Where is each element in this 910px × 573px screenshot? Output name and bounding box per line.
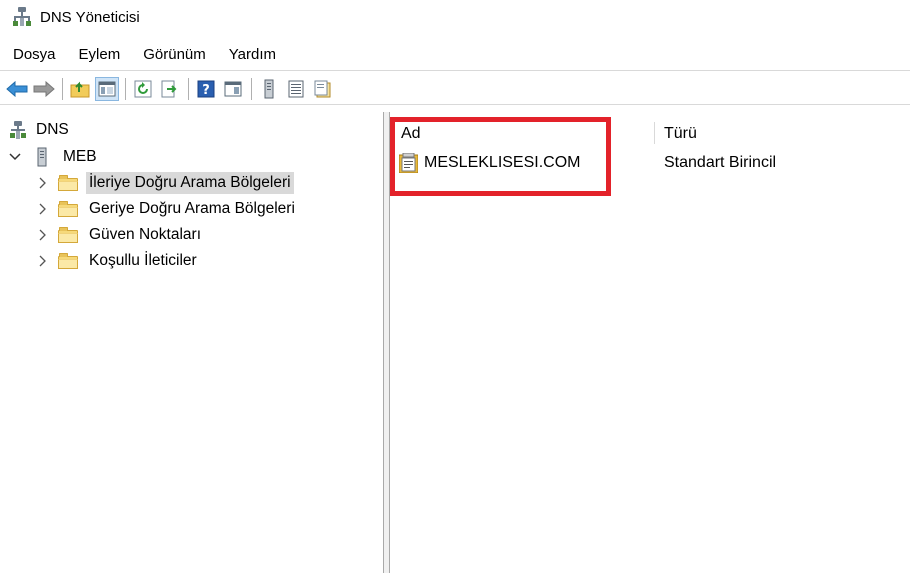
tree-pane: DNS MEB İleriye Doğru Arama Bölgeleri Ge… [0,112,383,573]
tree-root-dns[interactable]: DNS [10,117,69,142]
zone-type: Standart Birincil [664,154,777,171]
toolbar-separator [188,78,189,100]
tree-item-label: Koşullu İleticiler [89,251,197,269]
tree-item-forward-lookup-zones[interactable]: İleriye Doğru Arama Bölgeleri [36,170,294,195]
menu-separator [0,70,910,71]
highlight-box [390,117,611,196]
toolbar: ? [0,74,910,104]
toolbar-separator-line [0,104,910,105]
chevron-right-icon[interactable] [36,254,50,268]
tree-item-conditional-forwarders[interactable]: Koşullu İleticiler [36,248,200,273]
tree-root-label: DNS [36,120,69,138]
show-hide-tree-icon[interactable] [95,77,119,101]
export-list-icon[interactable] [158,77,182,101]
menu-bar: Dosya Eylem Görünüm Yardım [0,40,286,68]
menu-gorunum[interactable]: Görünüm [143,46,206,63]
help-icon[interactable]: ? [194,77,218,101]
folder-icon [58,252,78,269]
back-icon[interactable] [5,77,29,101]
folder-icon [58,200,78,217]
column-separator[interactable] [654,122,655,144]
tree-item-reverse-lookup-zones[interactable]: Geriye Doğru Arama Bölgeleri [36,196,298,221]
properties-pane-icon[interactable] [221,77,245,101]
dns-manager-icon [13,7,31,27]
list-view-icon[interactable] [284,77,308,101]
forward-icon[interactable] [32,77,56,101]
chevron-right-icon[interactable] [36,228,50,242]
menu-yardim[interactable]: Yardım [229,46,276,63]
refresh-icon[interactable] [131,77,155,101]
menu-dosya[interactable]: Dosya [13,46,56,63]
title-bar: DNS Yöneticisi [0,0,910,34]
toolbar-separator [62,78,63,100]
tree-item-trust-points[interactable]: Güven Noktaları [36,222,204,247]
chevron-right-icon[interactable] [36,176,50,190]
tree-server-label: MEB [63,147,97,165]
server-icon[interactable] [257,77,281,101]
column-header-type[interactable]: Türü [664,120,697,148]
toolbar-separator [125,78,126,100]
new-zone-icon[interactable] [311,77,335,101]
dns-icon [10,120,26,139]
up-folder-icon[interactable] [68,77,92,101]
server-icon [36,147,48,167]
chevron-right-icon[interactable] [36,202,50,216]
tree-item-label: Geriye Doğru Arama Bölgeleri [89,199,295,217]
chevron-down-icon[interactable] [8,150,22,164]
folder-icon [58,226,78,243]
toolbar-separator [251,78,252,100]
menu-eylem[interactable]: Eylem [79,46,121,63]
window-title: DNS Yöneticisi [40,8,140,26]
tree-server-meb[interactable]: MEB [8,144,97,169]
folder-icon [58,174,78,191]
svg-text:?: ? [202,83,210,98]
tree-item-label: Güven Noktaları [89,225,201,243]
pane-splitter[interactable] [383,112,390,573]
tree-item-label: İleriye Doğru Arama Bölgeleri [86,171,294,194]
